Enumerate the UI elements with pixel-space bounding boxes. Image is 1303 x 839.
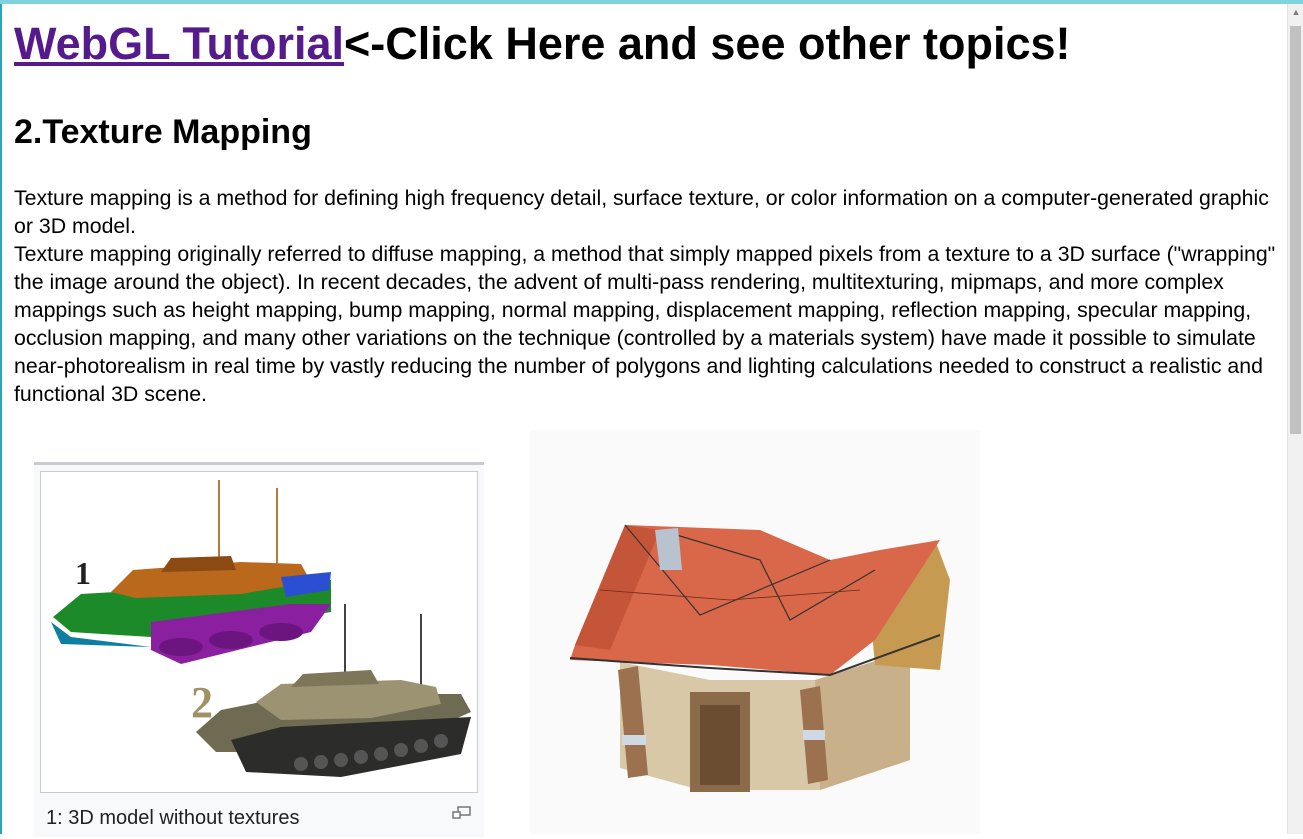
untextured-tank: [51, 480, 331, 664]
paragraph-definition: Texture mapping is a method for defining…: [14, 186, 1269, 238]
tank-figure-caption: 1: 3D model without textures: [46, 807, 300, 829]
section-heading: 2.Texture Mapping: [14, 113, 312, 151]
page-title: WebGL Tutorial<-Click Here and see other…: [14, 12, 1284, 76]
window-left-border: [0, 4, 2, 834]
label-2: 2: [191, 678, 213, 727]
webgl-tutorial-link[interactable]: WebGL Tutorial: [14, 18, 344, 69]
scroll-up-arrow-icon[interactable]: ▲: [1291, 7, 1301, 17]
tank-illustration: 1 2: [51, 480, 471, 777]
window-top-border: [0, 0, 1303, 4]
title-suffix: <-Click Here and see other topics!: [344, 18, 1071, 69]
tank-figure: 1 2 1: 3D model without textures: [34, 462, 484, 837]
intro-text: Texture mapping is a method for defining…: [14, 184, 1282, 408]
page-content: WebGL Tutorial<-Click Here and see other…: [14, 12, 1284, 408]
scrollbar-thumb[interactable]: [1290, 26, 1301, 434]
magnify-icon[interactable]: [452, 806, 472, 820]
tank-image[interactable]: 1 2: [40, 471, 478, 793]
house-figure[interactable]: [530, 430, 980, 834]
vertical-scrollbar[interactable]: ▲: [1287, 4, 1303, 834]
paragraph-history: Texture mapping originally referred to d…: [14, 242, 1276, 406]
house-illustration: [569, 524, 950, 792]
label-1: 1: [75, 555, 91, 591]
